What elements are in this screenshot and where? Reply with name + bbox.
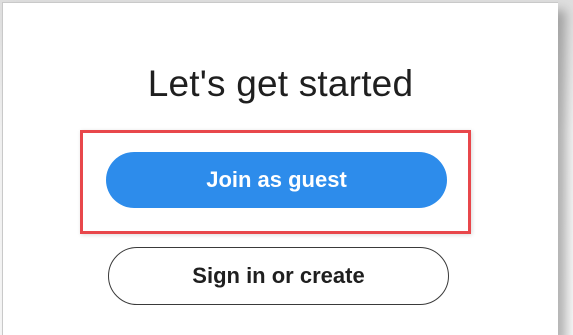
page-title: Let's get started [147,63,414,104]
screenshot-stage: Let's get started Join as guest Sign in … [0,0,573,335]
sign-in-button[interactable]: Sign in or create [108,247,449,305]
join-as-guest-button[interactable]: Join as guest [106,152,447,208]
